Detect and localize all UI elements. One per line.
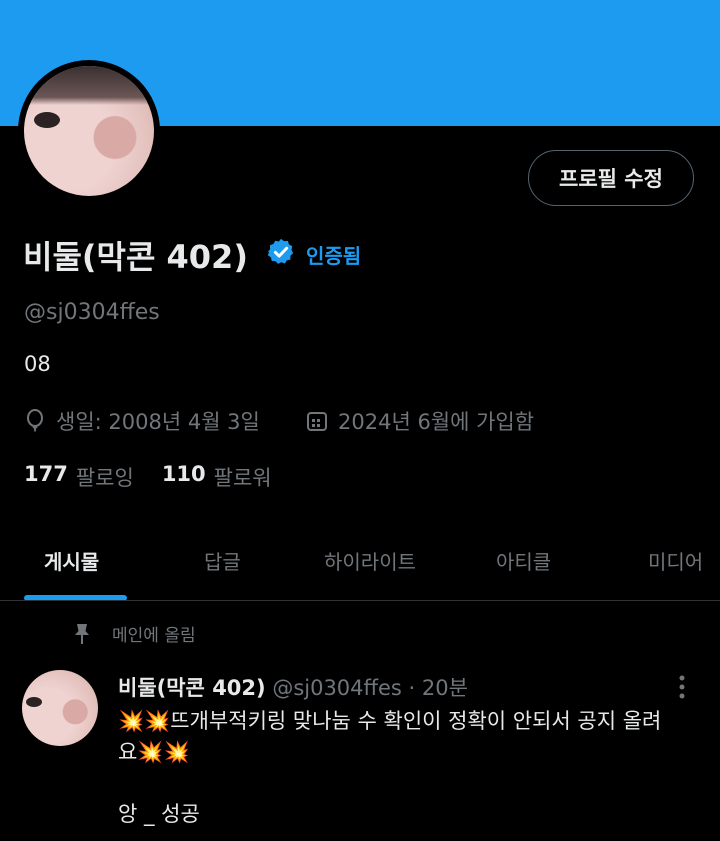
post-avatar[interactable] [22,670,98,746]
profile-bio: 08 [24,352,51,376]
pinned-label: 메인에 올림 [112,626,196,646]
verified-label[interactable]: 인증됨 [306,240,361,269]
followers-count: 110 [161,462,206,486]
birthday-text: 생일: 2008년 4월 3일 [56,410,260,434]
tab-highlights[interactable]: 하이라이트 [324,546,416,575]
tabs-divider [0,600,720,601]
follow-counts: 177 팔로잉 110 팔로워 [24,462,272,492]
following-label: 팔로잉 [75,466,134,490]
tab-media[interactable]: 미디어 [648,546,703,575]
following-link[interactable]: 177 팔로잉 [24,462,134,492]
following-count: 177 [24,462,68,486]
calendar-icon [307,412,327,431]
avatar-image [24,66,154,196]
balloon-icon [27,409,43,432]
edit-profile-button[interactable]: 프로필 수정 [528,150,694,206]
followers-link[interactable]: 110 팔로워 [162,462,272,492]
post-text[interactable]: 💥💥뜨개부적키링 맞나눔 수 확인이 정확이 안되서 공지 올려요💥💥 앙 _ … [118,706,678,830]
followers-label: 팔로워 [213,466,272,490]
tab-posts[interactable]: 게시물 [44,546,99,575]
tab-replies[interactable]: 답글 [204,546,241,575]
joined-info: 2024년 6월에 가입함 [306,406,534,436]
post-meta: @sj0304ffes · 20분 [272,676,468,700]
profile-name: 비둘(막콘 402) [23,238,248,276]
profile-handle: @sj0304ffes [24,300,160,325]
post-header: 비둘(막콘 402) @sj0304ffes · 20분 [118,672,468,702]
pin-icon [75,623,89,644]
pinned-indicator: 메인에 올림 [72,621,196,646]
more-options-icon[interactable] [678,674,686,700]
post-author-name[interactable]: 비둘(막콘 402) [118,676,266,700]
birthday-info: 생일: 2008년 4월 3일 [24,406,260,436]
profile-avatar[interactable] [18,60,160,202]
tab-articles[interactable]: 아티클 [496,546,551,575]
verified-badge-icon[interactable] [266,237,296,267]
joined-text: 2024년 6월에 가입함 [338,410,535,434]
